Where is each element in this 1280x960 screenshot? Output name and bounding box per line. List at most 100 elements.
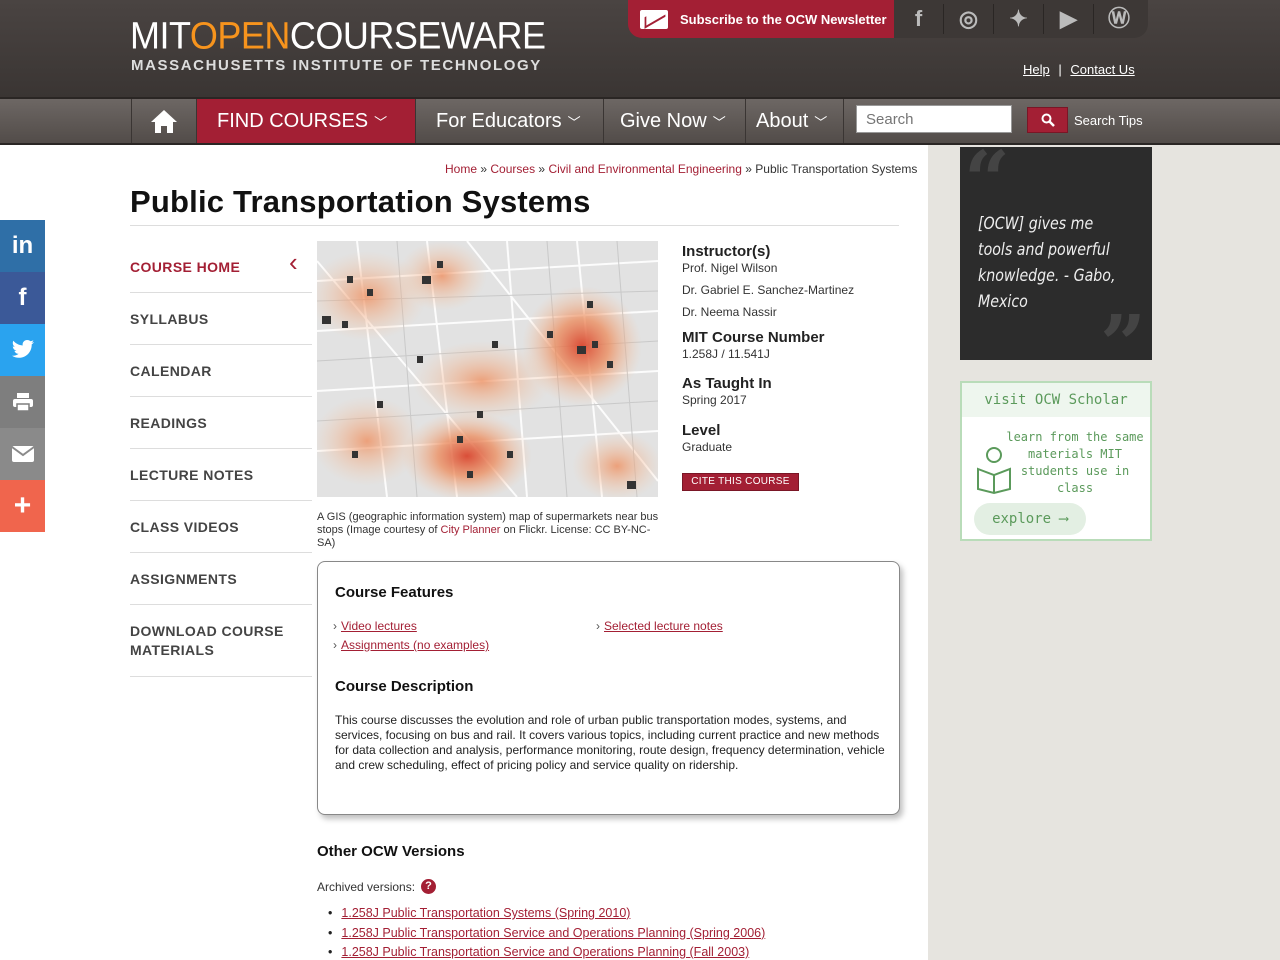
feature-link-assignments[interactable]: › Assignments (no examples) <box>333 638 489 652</box>
course-features-heading: Course Features <box>335 584 454 601</box>
print-share-icon[interactable] <box>0 376 45 428</box>
site-header: MITOPENCOURSEWARE MASSACHUSETTS INSTITUT… <box>0 0 1280 97</box>
course-info: Instructor(s) Prof. Nigel Wilson Dr. Gab… <box>682 243 902 454</box>
main-navbar: FIND COURSES ﹀ For Educators ﹀ Give Now ﹀ A… <box>0 97 1280 145</box>
caption-link-city-planner[interactable]: City Planner <box>441 524 501 536</box>
course-nav-download[interactable]: DOWNLOAD COURSE MATERIALS <box>130 605 312 677</box>
title-divider <box>130 225 899 226</box>
level: Graduate <box>682 440 733 454</box>
close-quote-icon: ” <box>1100 297 1147 360</box>
wordpress-icon[interactable]: Ⓦ <box>1094 4 1144 34</box>
nav-for-educators[interactable]: For Educators ﹀ <box>416 99 604 143</box>
instructor-name: Dr. Gabriel E. Sanchez-Martinez <box>682 283 855 297</box>
archived-versions-list: 1.258J Public Transportation Systems (Sp… <box>328 904 765 960</box>
contact-link[interactable]: Contact Us <box>1070 62 1134 77</box>
list-item: 1.258J Public Transportation Service and… <box>328 943 765 960</box>
course-image-gis-map <box>317 241 658 497</box>
course-number-label: MIT Course Number <box>682 329 825 346</box>
more-share-icon[interactable]: + <box>0 480 45 532</box>
testimonial-quote-box[interactable]: “ [OCW] gives me tools and powerful know… <box>960 147 1152 360</box>
course-description-heading: Course Description <box>335 678 474 695</box>
search-button[interactable] <box>1027 107 1068 133</box>
course-nav-lecture-notes[interactable]: LECTURE NOTES <box>130 449 312 501</box>
logo-subtitle: MASSACHUSETTS INSTITUTE OF TECHNOLOGY <box>131 57 542 74</box>
search-input[interactable] <box>856 105 1012 133</box>
course-nav-course-home[interactable]: COURSE HOME ‹ <box>130 241 312 293</box>
help-icon[interactable]: ? <box>421 879 437 894</box>
twitter-share-icon[interactable] <box>0 324 45 376</box>
breadcrumb-separator: » <box>745 162 752 176</box>
archived-label-text: Archived versions: <box>317 879 416 894</box>
facebook-share-icon[interactable]: f <box>0 272 45 324</box>
feature-link-label: Selected lecture notes <box>604 619 723 633</box>
course-nav-label: CALENDAR <box>130 363 212 379</box>
as-taught-in: Spring 2017 <box>682 393 747 407</box>
other-versions-heading: Other OCW Versions <box>317 843 465 860</box>
nav-find-courses[interactable]: FIND COURSES ﹀ <box>197 99 416 143</box>
archived-version-link[interactable]: 1.258J Public Transportation Service and… <box>341 945 749 959</box>
nav-home[interactable] <box>131 99 197 143</box>
course-nav-syllabus[interactable]: SYLLABUS <box>130 293 312 345</box>
chevron-left-icon: ‹ <box>288 247 298 277</box>
home-icon <box>151 110 177 133</box>
page-title: Public Transportation Systems <box>130 184 591 219</box>
breadcrumb: Home » Courses » Civil and Environmental… <box>445 162 917 176</box>
newsletter-button[interactable]: Subscribe to the OCW Newsletter <box>628 0 894 38</box>
feature-link-video-lectures[interactable]: › Video lectures <box>333 619 417 633</box>
chevron-right-icon: › <box>596 619 600 633</box>
chevron-right-icon: › <box>333 619 337 633</box>
course-nav-assignments[interactable]: ASSIGNMENTS <box>130 553 312 605</box>
archived-version-link[interactable]: 1.258J Public Transportation Service and… <box>341 926 765 940</box>
share-bar: in f + <box>0 220 45 532</box>
course-nav-label: CLASS VIDEOS <box>130 519 240 535</box>
twitter-icon[interactable]: ✦ <box>994 4 1044 34</box>
nav-about-label: About <box>756 109 809 132</box>
envelope-icon <box>640 9 668 29</box>
link-separator: | <box>1058 62 1062 77</box>
breadcrumb-dept[interactable]: Civil and Environmental Engineering <box>548 162 741 176</box>
chevron-down-icon: ﹀ <box>814 114 828 130</box>
help-link[interactable]: Help <box>1023 62 1050 77</box>
ocw-logo[interactable]: MITOPENCOURSEWARE <box>130 16 546 56</box>
chevron-down-icon: ﹀ <box>374 114 388 130</box>
course-number: 1.258J / 11.541J <box>682 347 770 361</box>
course-nav-label: DOWNLOAD COURSE MATERIALS <box>130 623 284 658</box>
list-item: 1.258J Public Transportation Systems (Sp… <box>328 904 765 924</box>
course-nav-label: COURSE HOME <box>130 259 241 275</box>
chevron-down-icon: ﹀ <box>712 114 726 130</box>
cite-this-course-button[interactable]: CITE THIS COURSE <box>682 473 799 491</box>
linkedin-share-icon[interactable]: in <box>0 220 45 272</box>
chevron-right-icon: › <box>333 638 337 652</box>
course-nav: COURSE HOME ‹ SYLLABUS CALENDAR READINGS … <box>130 241 312 677</box>
breadcrumb-courses[interactable]: Courses <box>490 162 535 176</box>
feature-link-label: Video lectures <box>341 619 417 633</box>
course-nav-calendar[interactable]: CALENDAR <box>130 345 312 397</box>
youtube-icon[interactable]: ▶ <box>1044 4 1094 34</box>
nav-give-now-label: Give Now <box>620 109 707 132</box>
course-nav-class-videos[interactable]: CLASS VIDEOS <box>130 501 312 553</box>
as-taught-in-label: As Taught In <box>682 375 772 392</box>
course-nav-label: READINGS <box>130 415 208 431</box>
nav-about[interactable]: About ﹀ <box>746 99 844 143</box>
breadcrumb-home[interactable]: Home <box>445 162 477 176</box>
newsletter-label: Subscribe to the OCW Newsletter <box>680 11 887 27</box>
list-item: 1.258J Public Transportation Service and… <box>328 924 765 944</box>
search-tips-link[interactable]: Search Tips <box>1074 113 1143 128</box>
ocw-scholar-title: visit OCW Scholar <box>962 383 1150 417</box>
ocw-scholar-box[interactable]: visit OCW Scholar learn from the same ma… <box>960 381 1152 541</box>
course-nav-label: SYLLABUS <box>130 311 209 327</box>
image-caption: A GIS (geographic information system) ma… <box>317 511 662 550</box>
nav-give-now[interactable]: Give Now ﹀ <box>604 99 746 143</box>
feature-link-lecture-notes[interactable]: › Selected lecture notes <box>596 619 723 633</box>
explore-button[interactable]: explore ⟶ <box>974 503 1086 535</box>
email-share-icon[interactable] <box>0 428 45 480</box>
course-description-text: This course discusses the evolution and … <box>335 713 885 772</box>
instagram-icon[interactable]: ◎ <box>944 4 994 34</box>
breadcrumb-current: Public Transportation Systems <box>755 162 918 176</box>
nav-for-educators-label: For Educators <box>436 109 562 132</box>
course-nav-readings[interactable]: READINGS <box>130 397 312 449</box>
archived-version-link[interactable]: 1.258J Public Transportation Systems (Sp… <box>341 906 630 920</box>
instructors-label: Instructor(s) <box>682 243 771 260</box>
facebook-icon[interactable]: f <box>894 4 944 34</box>
search-icon <box>1041 113 1055 127</box>
